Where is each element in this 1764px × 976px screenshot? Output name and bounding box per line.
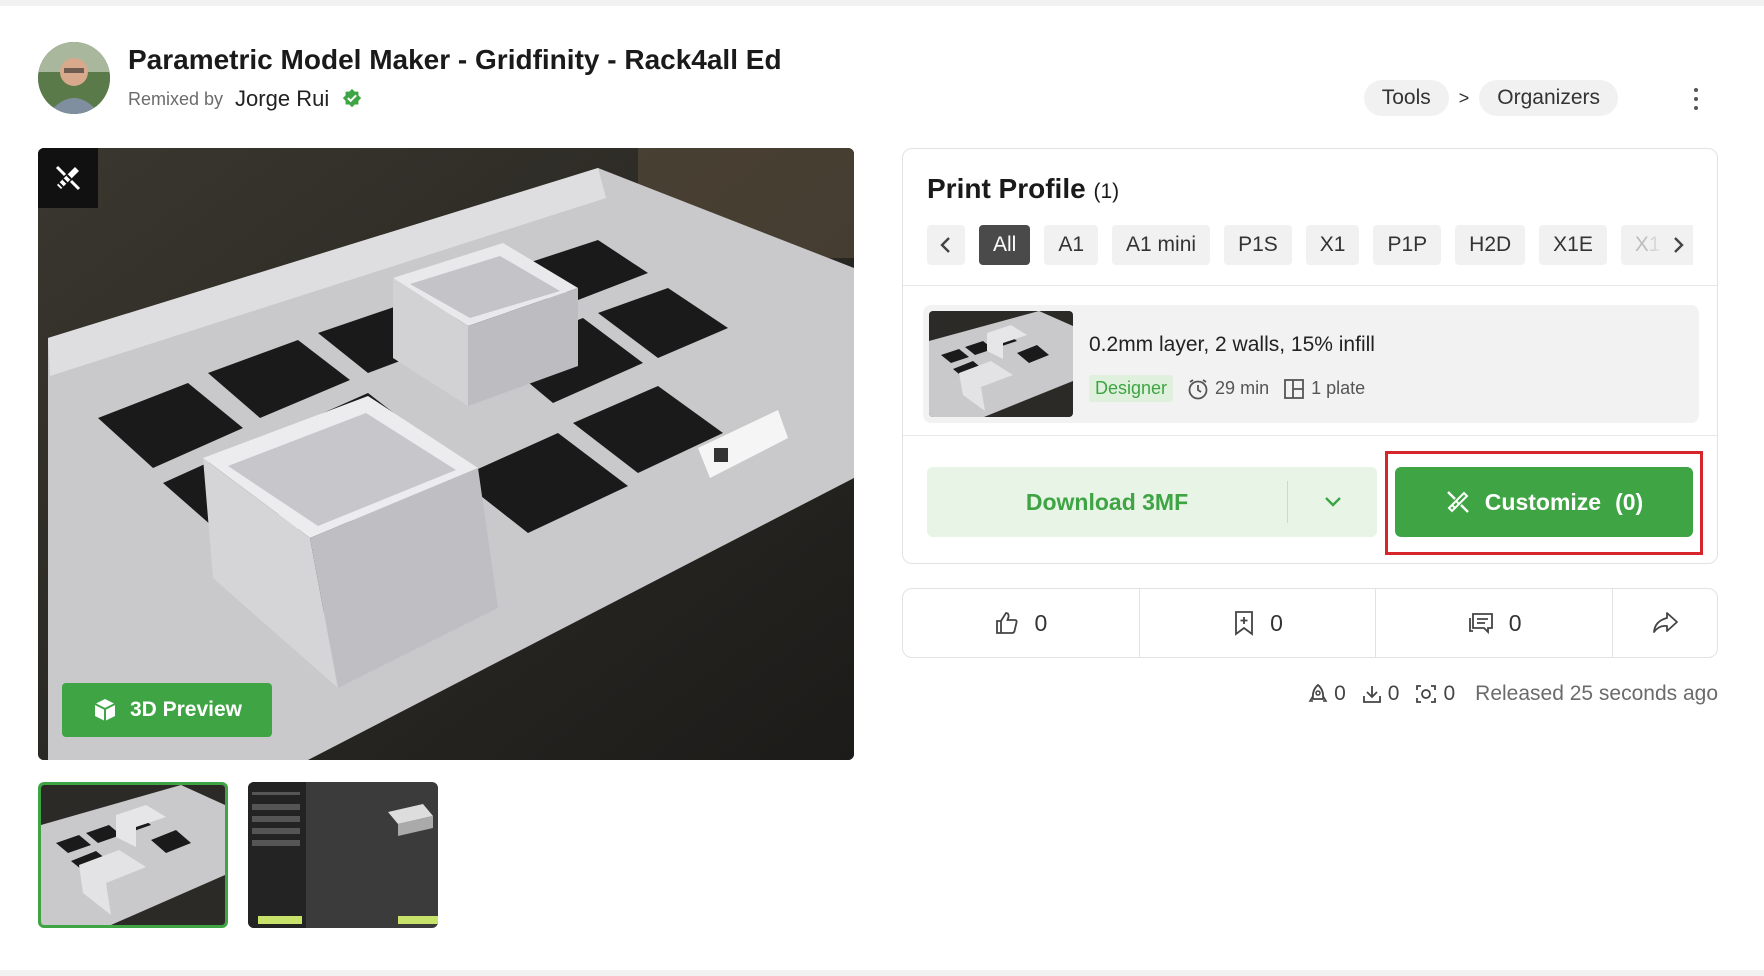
plate-count: 1 plate <box>1283 378 1365 400</box>
more-icon[interactable] <box>1684 84 1708 114</box>
breadcrumb-tools[interactable]: Tools <box>1363 80 1449 116</box>
tab-p1s[interactable]: P1S <box>1224 225 1292 265</box>
profile-name: 0.2mm layer, 2 walls, 15% infill <box>1089 333 1375 356</box>
boost-stat: 0 <box>1308 682 1346 706</box>
chevron-down-icon[interactable] <box>1288 496 1377 508</box>
print-time: 29 min <box>1187 378 1269 400</box>
3d-preview-label: 3D Preview <box>129 698 243 721</box>
print-profile-heading: Print Profile <box>927 173 1086 204</box>
chevron-right-icon[interactable] <box>1645 225 1693 265</box>
print-stat: 0 <box>1415 682 1455 706</box>
breadcrumb-separator: > <box>1458 87 1470 108</box>
download-stat: 0 <box>1362 682 1400 706</box>
comment-icon <box>1468 613 1493 635</box>
profile-thumbnail <box>929 311 1073 417</box>
divider <box>903 285 1717 286</box>
breadcrumb-organizers[interactable]: Organizers <box>1479 80 1618 116</box>
tab-a1-mini[interactable]: A1 mini <box>1112 225 1211 265</box>
tab-a1[interactable]: A1 <box>1044 225 1099 265</box>
tab-all[interactable]: All <box>979 225 1031 265</box>
printer-tabs: All A1 A1 mini P1S X1 P1P H2D X1E X1 Ca <box>927 225 1693 265</box>
actions-bar: 0 0 0 <box>902 588 1718 658</box>
print-time-value: 29 min <box>1215 378 1270 398</box>
plate-count-value: 1 plate <box>1311 378 1366 398</box>
like-button[interactable]: 0 <box>903 589 1140 657</box>
designer-badge: Designer <box>1089 375 1174 402</box>
tab-x1e[interactable]: X1E <box>1539 225 1607 265</box>
comment-count: 0 <box>1508 609 1522 636</box>
customize-label: Customize <box>1484 488 1602 515</box>
print-profile-card: Print Profile (1) All A1 A1 mini P1S X1 … <box>902 148 1718 564</box>
3d-preview-button[interactable]: 3D Preview <box>62 683 272 737</box>
customize-button[interactable]: Customize (0) <box>1395 467 1693 537</box>
divider <box>903 435 1717 436</box>
clock-icon <box>1188 378 1208 399</box>
download-3mf-button[interactable]: Download 3MF <box>927 467 1377 537</box>
print-profile-count: (1) <box>1093 180 1120 203</box>
edit-tool-icon <box>1446 491 1469 513</box>
download-3mf-label: Download 3MF <box>1025 488 1189 515</box>
download-icon <box>1362 686 1381 703</box>
boost-icon <box>1308 683 1328 702</box>
collect-count: 0 <box>1270 609 1283 636</box>
model-title: Parametric Model Maker - Gridfinity - Ra… <box>128 44 782 75</box>
edit-tool-icon[interactable] <box>38 148 98 208</box>
author-name[interactable]: Jorge Rui <box>235 86 329 112</box>
like-count: 0 <box>1034 609 1048 636</box>
print-count: 0 <box>1443 682 1456 705</box>
chevron-left-icon[interactable] <box>927 225 965 265</box>
breadcrumb: Tools > Organizers <box>1363 80 1618 116</box>
collect-button[interactable]: 0 <box>1140 589 1377 657</box>
profile-item[interactable]: 0.2mm layer, 2 walls, 15% infill Designe… <box>923 305 1699 423</box>
main-image <box>38 148 854 760</box>
print-icon <box>1416 685 1437 703</box>
bookmark-icon <box>1235 611 1254 636</box>
tab-h2d[interactable]: H2D <box>1455 225 1526 265</box>
tab-x1[interactable]: X1 <box>1305 225 1360 265</box>
page: Parametric Model Maker - Gridfinity - Ra… <box>0 6 1764 970</box>
stats-row: 0 0 0 Released 25 seconds ago <box>1308 682 1718 706</box>
byline: Remixed by Jorge Rui <box>128 86 363 112</box>
plate-icon <box>1284 378 1304 399</box>
author-avatar[interactable] <box>38 42 110 114</box>
comment-button[interactable]: 0 <box>1376 589 1614 657</box>
customize-count: (0) <box>1615 488 1644 515</box>
print-profile-title: Print Profile (1) <box>927 173 1119 205</box>
share-icon <box>1653 612 1678 633</box>
thumbs-up-icon <box>996 612 1018 634</box>
boost-count: 0 <box>1334 682 1346 705</box>
thumbnail-2[interactable] <box>248 782 438 928</box>
download-count: 0 <box>1387 682 1400 705</box>
tab-p1p[interactable]: P1P <box>1373 225 1442 265</box>
share-button[interactable] <box>1613 589 1717 657</box>
verified-icon <box>343 88 362 108</box>
thumbnail-1[interactable] <box>38 782 228 928</box>
cube-icon <box>94 699 116 721</box>
release-time: Released 25 seconds ago <box>1475 682 1718 705</box>
profile-meta: Designer 29 min 1 plate <box>1089 375 1365 402</box>
remixed-by-label: Remixed by <box>128 88 224 109</box>
